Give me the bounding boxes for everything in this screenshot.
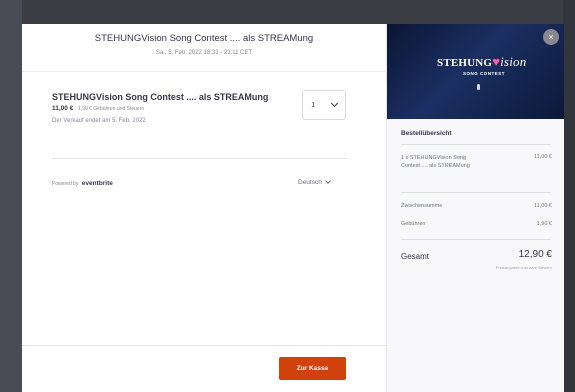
divider xyxy=(52,158,346,159)
event-logo: STEHUNG♥ision xyxy=(437,54,527,69)
ticket-fees: 1,90 € Gebühren und Steuern xyxy=(78,106,145,112)
divider xyxy=(401,144,551,145)
event-banner-image: STEHUNG♥ision SONG CONTEST × xyxy=(387,24,564,119)
checkout-footer: Zur Kasse xyxy=(22,345,386,392)
fees-label: Gebühren xyxy=(401,221,426,227)
order-item-description: 1 x STEHUNGVision Song Contest .... als … xyxy=(401,155,470,169)
checkout-main-panel: STEHUNGVision Song Contest .... als STRE… xyxy=(22,24,387,392)
quantity-select[interactable]: 1 xyxy=(302,90,346,120)
ticket-price: 11,00 € xyxy=(52,105,74,112)
powered-by: Powered by eventbrite xyxy=(52,180,113,187)
powered-by-label: Powered by xyxy=(52,181,79,187)
chevron-down-icon xyxy=(325,178,331,184)
quantity-value: 1 xyxy=(311,101,316,109)
total-note: Preisangaben inklusive Steuern xyxy=(495,265,552,270)
order-summary-panel: STEHUNG♥ision SONG CONTEST × Bestellüber… xyxy=(387,24,564,392)
total-amount: 12,90 € xyxy=(518,249,552,260)
total-label: Gesamt xyxy=(401,252,430,261)
language-label: Deutsch xyxy=(298,179,322,186)
eventbrite-logo-link[interactable]: eventbrite xyxy=(82,180,113,187)
checkout-modal: STEHUNGVision Song Contest .... als STRE… xyxy=(22,24,564,392)
subtotal-label: Zwischensumme xyxy=(401,203,443,209)
language-select[interactable]: Deutsch xyxy=(298,178,331,186)
divider xyxy=(401,192,551,193)
close-icon[interactable]: × xyxy=(543,29,559,45)
fees-amount: 1,90 € xyxy=(536,221,552,227)
backdrop-left xyxy=(0,0,22,392)
event-title: STEHUNGVision Song Contest .... als STRE… xyxy=(94,33,314,44)
chevron-down-icon xyxy=(330,99,338,108)
microphone-icon xyxy=(477,84,480,90)
subtotal-amount: 11,00 € xyxy=(534,203,552,209)
order-item-amount: 11,00 € xyxy=(534,154,552,160)
divider xyxy=(401,239,551,240)
event-date: Sa., 5. Feb. 2022 18:33 - 23:11 CET xyxy=(155,50,253,56)
event-logo-subtitle: SONG CONTEST xyxy=(463,71,506,76)
backdrop-top xyxy=(0,0,575,24)
order-summary-title: Bestellübersicht xyxy=(401,130,452,137)
event-header: STEHUNGVision Song Contest .... als STRE… xyxy=(22,24,386,72)
checkout-button[interactable]: Zur Kasse xyxy=(279,357,346,380)
backdrop-right xyxy=(563,0,575,392)
